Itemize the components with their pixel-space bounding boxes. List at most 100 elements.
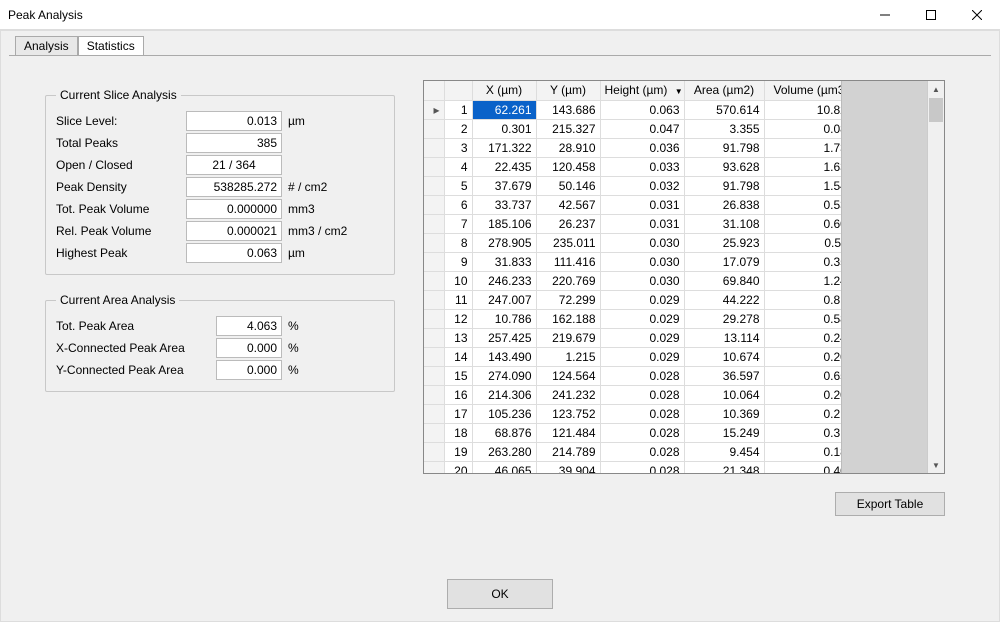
col-header-idx[interactable] [444,81,472,100]
cell-marker[interactable] [424,328,444,347]
cell-idx[interactable]: 13 [444,328,472,347]
cell-idx[interactable]: 2 [444,119,472,138]
cell-y[interactable]: 215.327 [536,119,600,138]
cell-a[interactable]: 26.838 [684,195,764,214]
cell-v[interactable]: 1.245 [764,271,841,290]
peaks-table[interactable]: X (µm) Y (µm) Height (µm) ▼ Area (µm2) V… [424,81,841,473]
cell-x[interactable]: 278.905 [472,233,536,252]
cell-x[interactable]: 22.435 [472,157,536,176]
cell-x[interactable]: 62.261 [472,100,536,119]
cell-marker[interactable]: ▸ [424,100,444,119]
cell-x[interactable]: 10.786 [472,309,536,328]
cell-marker[interactable] [424,271,444,290]
cell-v[interactable]: 0.659 [764,366,841,385]
cell-idx[interactable]: 5 [444,176,472,195]
cell-h[interactable]: 0.028 [600,461,684,473]
cell-v[interactable]: 0.316 [764,423,841,442]
cell-idx[interactable]: 14 [444,347,472,366]
cell-x[interactable]: 246.233 [472,271,536,290]
cell-y[interactable]: 111.416 [536,252,600,271]
cell-marker[interactable] [424,214,444,233]
table-row[interactable]: 537.67950.1460.03291.7981.546 [424,176,841,195]
cell-marker[interactable] [424,366,444,385]
cell-v[interactable]: 1.546 [764,176,841,195]
cell-marker[interactable] [424,176,444,195]
cell-y[interactable]: 42.567 [536,195,600,214]
cell-y[interactable]: 241.232 [536,385,600,404]
cell-a[interactable]: 36.597 [684,366,764,385]
cell-v[interactable]: 0.086 [764,119,841,138]
cell-marker[interactable] [424,309,444,328]
cell-marker[interactable] [424,442,444,461]
cell-h[interactable]: 0.028 [600,404,684,423]
scroll-up-button[interactable]: ▲ [928,81,944,97]
cell-idx[interactable]: 18 [444,423,472,442]
col-header-area[interactable]: Area (µm2) [684,81,764,100]
cell-h[interactable]: 0.036 [600,138,684,157]
cell-v[interactable]: 0.353 [764,252,841,271]
ok-button[interactable]: OK [447,579,553,609]
cell-a[interactable]: 3.355 [684,119,764,138]
cell-x[interactable]: 143.490 [472,347,536,366]
table-row[interactable]: 15274.090124.5640.02836.5970.659 [424,366,841,385]
cell-idx[interactable]: 10 [444,271,472,290]
cell-marker[interactable] [424,404,444,423]
cell-idx[interactable]: 15 [444,366,472,385]
cell-v[interactable]: 0.217 [764,404,841,423]
cell-a[interactable]: 570.614 [684,100,764,119]
cell-a[interactable]: 93.628 [684,157,764,176]
cell-marker[interactable] [424,138,444,157]
minimize-button[interactable] [862,0,908,30]
cell-v[interactable]: 1.634 [764,157,841,176]
cell-x[interactable]: 171.322 [472,138,536,157]
tab-analysis[interactable]: Analysis [15,36,78,56]
col-header-height[interactable]: Height (µm) ▼ [600,81,684,100]
cell-h[interactable]: 0.029 [600,328,684,347]
cell-marker[interactable] [424,195,444,214]
cell-marker[interactable] [424,157,444,176]
tab-statistics[interactable]: Statistics [78,36,144,56]
cell-x[interactable]: 263.280 [472,442,536,461]
cell-x[interactable]: 68.876 [472,423,536,442]
table-row[interactable]: 2046.06539.9040.02821.3480.407 [424,461,841,473]
table-row[interactable]: 19263.280214.7890.0289.4540.180 [424,442,841,461]
table-row[interactable]: 633.73742.5670.03126.8380.532 [424,195,841,214]
cell-v[interactable]: 0.813 [764,290,841,309]
close-button[interactable] [954,0,1000,30]
cell-marker[interactable] [424,290,444,309]
table-row[interactable]: 13257.425219.6790.02913.1140.241 [424,328,841,347]
cell-y[interactable]: 72.299 [536,290,600,309]
table-row[interactable]: 1210.786162.1880.02929.2780.583 [424,309,841,328]
cell-y[interactable]: 120.458 [536,157,600,176]
cell-h[interactable]: 0.029 [600,347,684,366]
cell-v[interactable]: 0.204 [764,385,841,404]
cell-h[interactable]: 0.029 [600,309,684,328]
cell-marker[interactable] [424,119,444,138]
cell-idx[interactable]: 9 [444,252,472,271]
col-header-x[interactable]: X (µm) [472,81,536,100]
scroll-thumb[interactable] [929,98,943,122]
cell-idx[interactable]: 8 [444,233,472,252]
cell-v[interactable]: 1.733 [764,138,841,157]
cell-x[interactable]: 274.090 [472,366,536,385]
cell-idx[interactable]: 12 [444,309,472,328]
cell-a[interactable]: 10.064 [684,385,764,404]
cell-a[interactable]: 9.454 [684,442,764,461]
cell-x[interactable]: 257.425 [472,328,536,347]
cell-h[interactable]: 0.047 [600,119,684,138]
col-header-volume[interactable]: Volume (µm3) [764,81,841,100]
cell-v[interactable]: 0.180 [764,442,841,461]
cell-y[interactable]: 162.188 [536,309,600,328]
table-row[interactable]: 8278.905235.0110.03025.9230.511 [424,233,841,252]
table-row[interactable]: 1868.876121.4840.02815.2490.316 [424,423,841,442]
cell-x[interactable]: 185.106 [472,214,536,233]
cell-a[interactable]: 31.108 [684,214,764,233]
cell-marker[interactable] [424,233,444,252]
table-row[interactable]: 17105.236123.7520.02810.3690.217 [424,404,841,423]
table-row[interactable]: 14143.4901.2150.02910.6740.206 [424,347,841,366]
cell-h[interactable]: 0.028 [600,423,684,442]
cell-x[interactable]: 37.679 [472,176,536,195]
cell-x[interactable]: 214.306 [472,385,536,404]
cell-a[interactable]: 21.348 [684,461,764,473]
table-row[interactable]: 7185.10626.2370.03131.1080.600 [424,214,841,233]
